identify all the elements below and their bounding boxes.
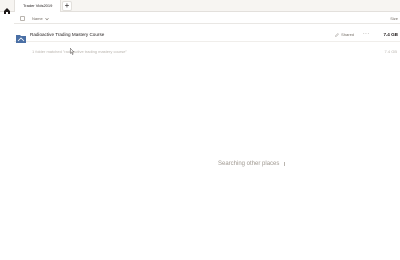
name-column-header[interactable]: Name: [32, 15, 49, 22]
share-label: Shared: [341, 32, 355, 37]
select-all-checkbox[interactable]: [20, 16, 25, 21]
file-size: 7.4 GB: [383, 32, 398, 37]
tab-trader-vids[interactable]: Trader Vids2019: [14, 0, 62, 12]
pencil-icon: [335, 33, 339, 37]
size-column-header[interactable]: Size: [390, 15, 398, 22]
searching-status: Searching other places: [218, 161, 280, 167]
loading-spinner-icon: [284, 162, 286, 166]
folder-icon: [16, 30, 26, 43]
tab-bar: Trader Vids2019 +: [0, 0, 400, 14]
table-row[interactable]: Radioactive Trading Mastery Course Share…: [14, 28, 400, 43]
new-tab-button[interactable]: +: [62, 1, 72, 11]
name-column-label: Name: [32, 16, 43, 21]
file-name[interactable]: Radioactive Trading Mastery Course: [30, 31, 104, 39]
match-size: 7.4 GB: [384, 49, 397, 54]
share-button[interactable]: Shared: [335, 31, 354, 39]
home-icon[interactable]: [3, 2, 11, 14]
more-options-button[interactable]: ···: [363, 30, 370, 38]
chevron-down-icon: [45, 17, 49, 21]
mouse-cursor-icon: [70, 42, 75, 55]
search-match-summary: 1 folder matched "radioactive trading ma…: [32, 49, 127, 54]
column-header: Name Size: [14, 14, 400, 24]
